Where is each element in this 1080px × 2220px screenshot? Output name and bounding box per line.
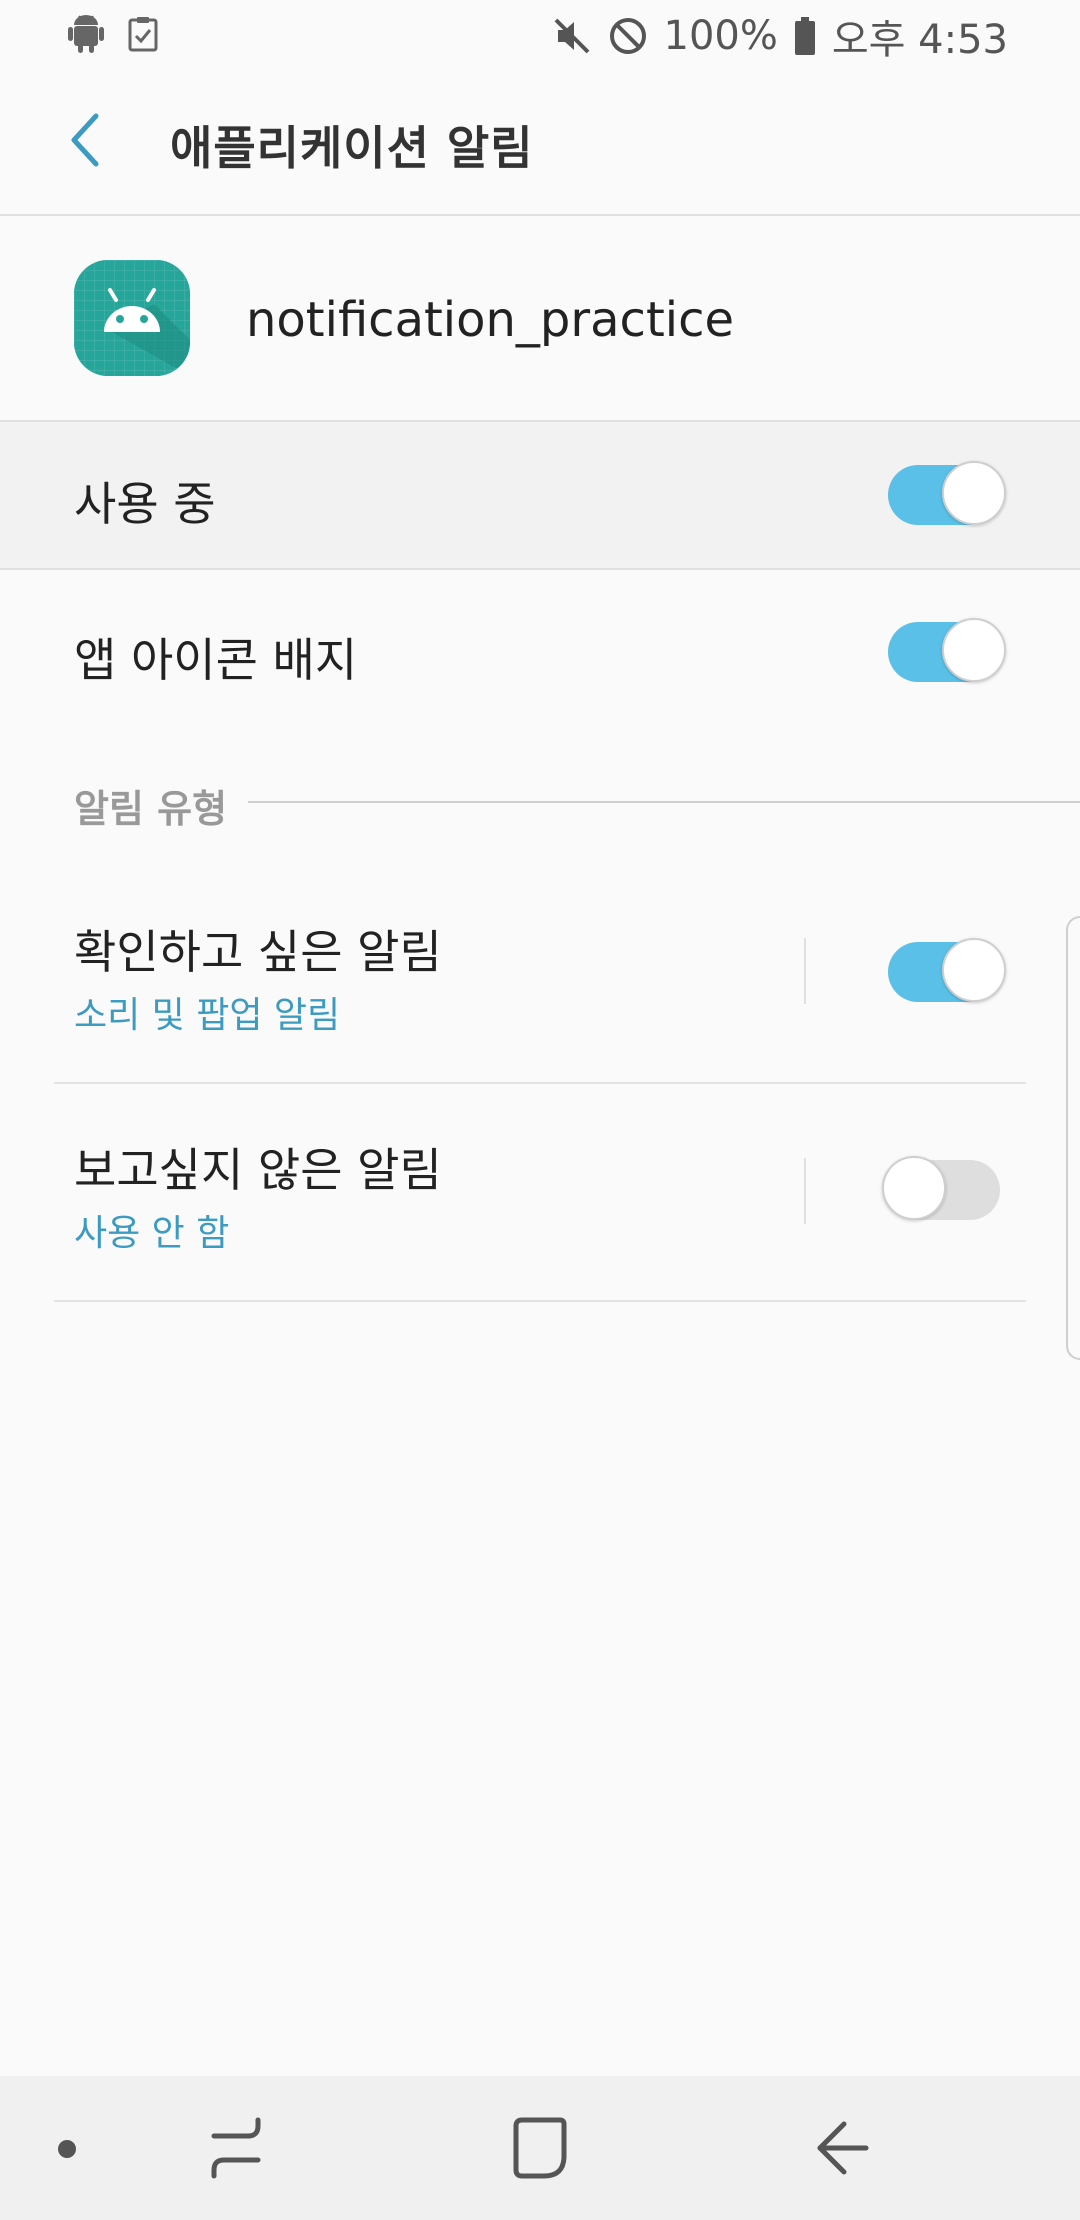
notification-type-sub: 사용 안 함 (74, 1213, 230, 1254)
notification-type-row[interactable]: 확인하고 싶은 알림 소리 및 팝업 알림 (0, 880, 1080, 1080)
chevron-left-icon (66, 112, 102, 172)
app-header: notification_practice (0, 216, 1080, 422)
in-use-toggle[interactable] (888, 461, 1006, 525)
toggle-knob (882, 1156, 946, 1220)
clock: 오후 4:53 (831, 17, 1008, 63)
toggle-knob (942, 461, 1006, 525)
battery-icon (794, 17, 816, 55)
android-app-icon (74, 260, 190, 376)
battery-percent: 100% (663, 13, 778, 59)
status-right: 100% 오후 4:53 (552, 10, 1008, 63)
notification-type-label: 보고싶지 않은 알림 (74, 1143, 442, 1197)
status-bar: 100% 오후 4:53 (0, 0, 1080, 72)
app-icon-badge-toggle[interactable] (888, 618, 1006, 682)
app-icon-badge-label: 앱 아이콘 배지 (74, 633, 358, 687)
do-not-disturb-icon (608, 16, 648, 56)
row-divider (54, 1082, 1026, 1084)
toggle-knob (942, 618, 1006, 682)
app-name: notification_practice (246, 292, 735, 348)
android-icon (68, 14, 104, 54)
clipboard-check-icon (128, 16, 158, 52)
status-left-icons (68, 14, 158, 54)
page-title: 애플리케이션 알림 (170, 121, 534, 175)
vertical-divider (804, 938, 806, 1004)
section-divider (248, 801, 1080, 803)
row-divider (54, 1300, 1026, 1302)
app-bar: 애플리케이션 알림 (0, 72, 1080, 216)
navigation-bar (0, 2076, 1080, 2220)
edge-panel-handle[interactable] (1066, 916, 1080, 1360)
dot-icon[interactable] (56, 2138, 78, 2164)
toggle-knob (942, 938, 1006, 1002)
section-title: 알림 유형 (74, 787, 228, 831)
back-button[interactable] (52, 110, 116, 174)
mute-icon (552, 16, 592, 56)
notification-types-header: 알림 유형 (74, 778, 1080, 831)
notification-type-label: 확인하고 싶은 알림 (74, 925, 442, 979)
notification-type-toggle[interactable] (882, 1156, 1000, 1220)
app-icon-badge-row[interactable]: 앱 아이콘 배지 (0, 570, 1080, 740)
notification-type-toggle[interactable] (888, 938, 1006, 1002)
in-use-label: 사용 중 (74, 477, 216, 531)
home-icon[interactable] (512, 2116, 568, 2184)
back-icon[interactable] (814, 2116, 870, 2184)
in-use-row[interactable]: 사용 중 (0, 422, 1080, 570)
vertical-divider (804, 1158, 806, 1224)
notification-type-sub: 소리 및 팝업 알림 (74, 995, 341, 1036)
notification-type-row[interactable]: 보고싶지 않은 알림 사용 안 함 (0, 1098, 1080, 1298)
recent-apps-icon[interactable] (208, 2116, 264, 2184)
